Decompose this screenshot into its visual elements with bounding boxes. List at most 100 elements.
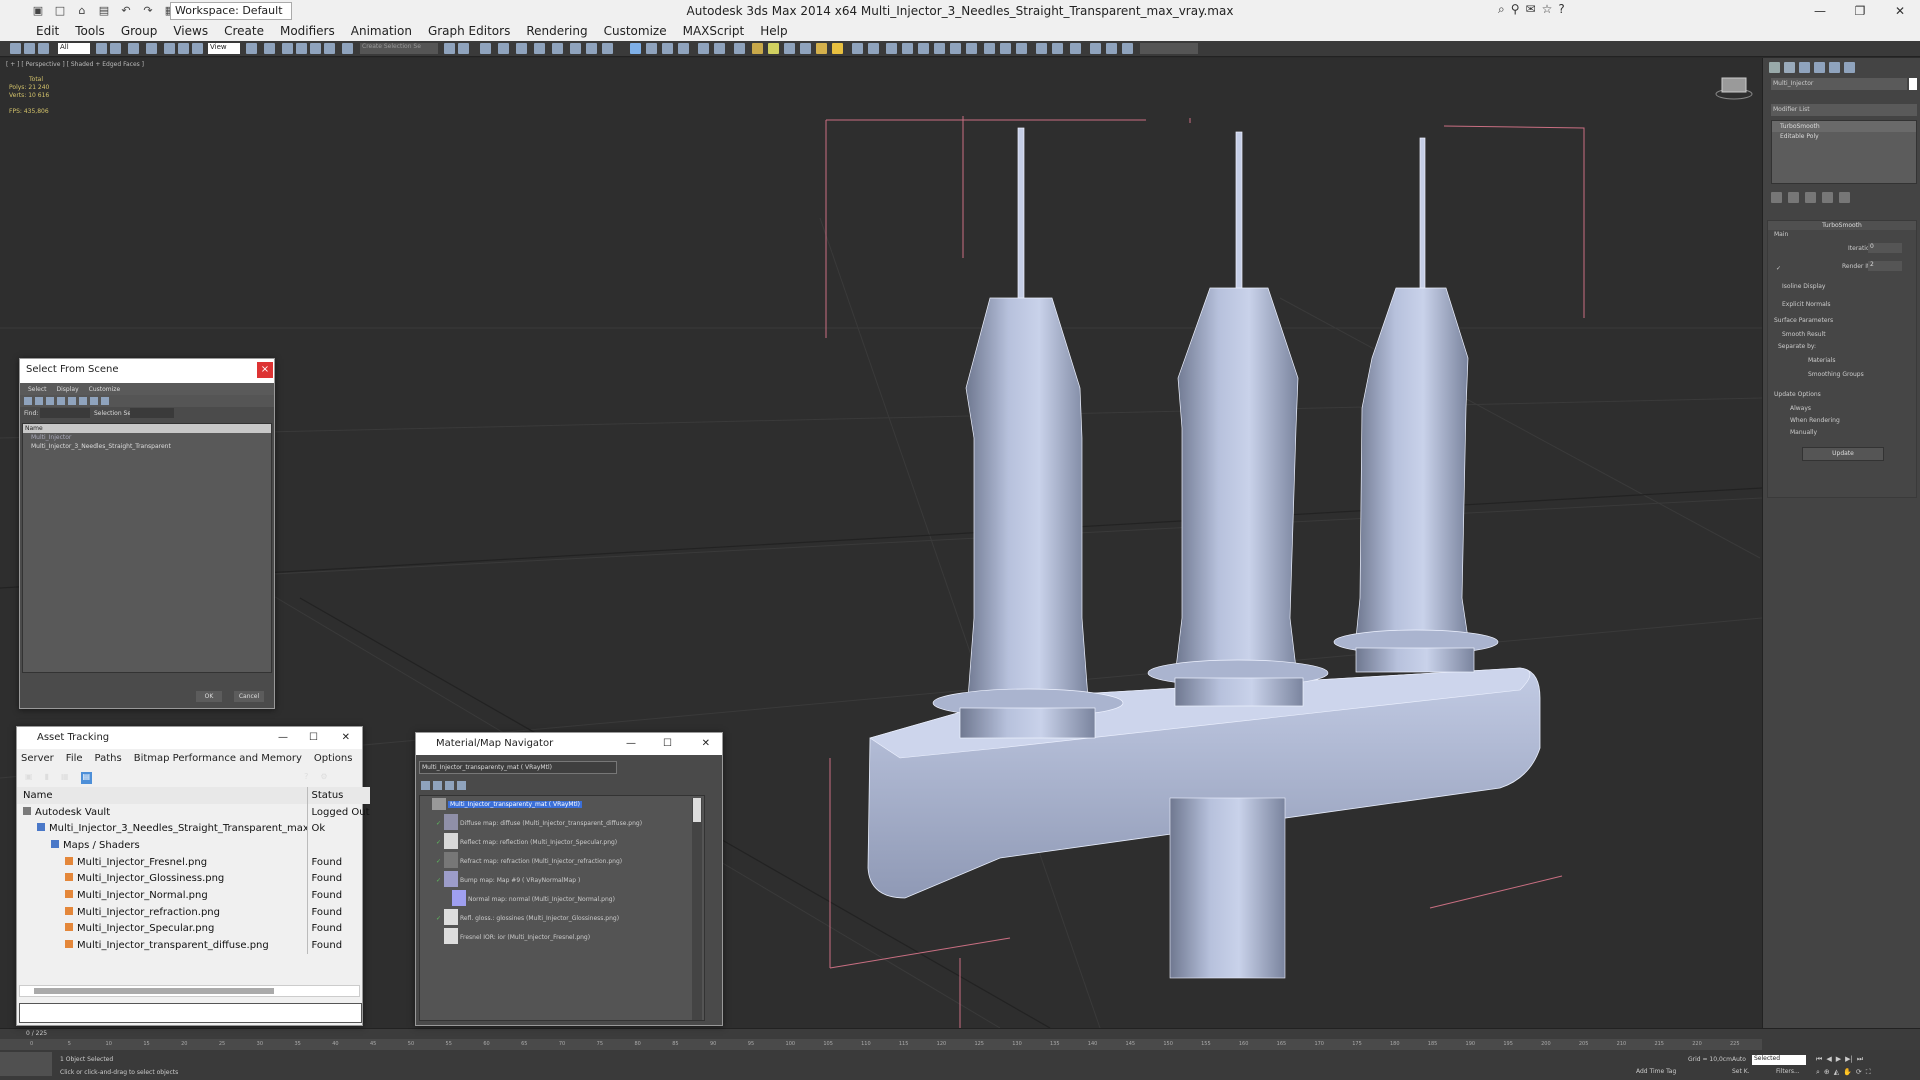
at-close-button[interactable]: ✕ (342, 727, 350, 749)
render-iters-spinner[interactable]: 2 (1868, 261, 1902, 271)
bone-icon[interactable] (886, 43, 897, 54)
go-to-end-icon[interactable]: ⏭ (1857, 1055, 1863, 1064)
mmn-minimize-button[interactable]: — (626, 733, 636, 755)
mirror-icon[interactable] (444, 43, 455, 54)
render-iters-checkbox[interactable]: ✓ (1776, 265, 1781, 272)
vray-sun-icon[interactable] (678, 43, 689, 54)
vray-light-lister-icon[interactable] (714, 43, 725, 54)
display-geometry-icon[interactable] (24, 397, 32, 405)
angle-snap-icon[interactable] (296, 43, 307, 54)
percent-snap-icon[interactable] (310, 43, 321, 54)
when-rendering-radio[interactable]: When Rendering (1790, 417, 1840, 424)
xref-icon[interactable] (1070, 43, 1081, 54)
bind-space-warp-icon[interactable] (38, 43, 49, 54)
search-icon[interactable]: ⌕ (1498, 2, 1505, 17)
frame-indicator[interactable]: 0 / 225 (26, 1030, 47, 1037)
sfs-name-column[interactable]: Name (23, 424, 271, 433)
fluid-icon[interactable] (966, 43, 977, 54)
key-filter-dropdown[interactable]: Selected (1752, 1055, 1806, 1065)
mmn-titlebar[interactable]: Material/Map Navigator — ☐ ✕ (416, 733, 722, 755)
at-menu-paths[interactable]: Paths (95, 751, 122, 767)
pan-icon[interactable]: ✋ (1843, 1068, 1852, 1077)
orbit-icon[interactable]: ⟳ (1856, 1068, 1862, 1077)
asset-row[interactable]: Multi_Injector_Normal.png Found (17, 887, 370, 904)
menu-help[interactable]: Help (752, 22, 795, 41)
display-tab-icon[interactable] (1829, 62, 1840, 73)
selection-filter-dropdown[interactable]: All (58, 43, 90, 54)
asset-tracking-titlebar[interactable]: Asset Tracking — ☐ ✕ (17, 727, 362, 749)
menu-views[interactable]: Views (165, 22, 216, 41)
at-menu-server[interactable]: Server (21, 751, 54, 767)
object-color-swatch[interactable] (1909, 78, 1917, 90)
mmn-map-item[interactable]: Refract map: refraction (Multi_Injector_… (460, 858, 622, 865)
render-production-icon[interactable] (602, 43, 613, 54)
align-icon[interactable] (458, 43, 469, 54)
layer-manager-icon[interactable] (480, 43, 491, 54)
graphite-ribbon-icon[interactable] (498, 43, 509, 54)
camera-icon[interactable] (1106, 43, 1117, 54)
utilities-tab-icon[interactable] (1844, 62, 1855, 73)
refresh-icon[interactable]: ▦ (61, 772, 69, 784)
favorites-star-icon[interactable]: ☆ (1542, 2, 1553, 17)
spinner-snap-icon[interactable] (324, 43, 335, 54)
at-menu-options[interactable]: Options (314, 751, 353, 767)
sfs-item[interactable]: Multi_Injector_3_Needles_Straight_Transp… (23, 442, 271, 451)
explicit-normals-checkbox[interactable]: Explicit Normals (1782, 301, 1831, 308)
at-maximize-button[interactable]: ☐ (309, 727, 318, 749)
track-bar[interactable]: 0 5 10 15 20 25 30 35 40 45 50 55 60 65 70 75 80 85 90 95 10… (0, 1039, 1762, 1050)
at-scrollbar-thumb[interactable] (34, 988, 274, 994)
hide-icon[interactable] (1122, 43, 1133, 54)
mmn-map-item[interactable]: Bump map: Map #9 ( VRayNormalMap ) (460, 877, 580, 884)
asset-row[interactable]: Multi_Injector_Glossiness.png Found (17, 870, 370, 888)
auto-key-button[interactable]: Auto (1732, 1056, 1746, 1063)
select-manipulate-icon[interactable] (264, 43, 275, 54)
mmn-scrollbar[interactable] (692, 798, 702, 1020)
settings-icon[interactable]: ⚙ (320, 772, 327, 784)
sun-icon[interactable] (832, 43, 843, 54)
time-slider[interactable]: 0 / 225 0 5 10 15 20 25 30 35 40 45 50 55 60 65 70 75 80… (0, 1028, 1920, 1050)
rendered-frame-window-icon[interactable] (586, 43, 597, 54)
maximize-viewport-icon[interactable]: ⛶ (1866, 1068, 1871, 1077)
display-cameras-icon[interactable] (57, 397, 65, 405)
omni-light-icon[interactable] (816, 43, 827, 54)
link-icon[interactable] (10, 43, 21, 54)
motion-tab-icon[interactable] (1814, 62, 1825, 73)
vray-toolbar-icon[interactable] (630, 43, 641, 54)
mmn-map-item[interactable]: Refl. gloss.: glossines (Multi_Injector_… (460, 915, 619, 922)
vray-shadow-icon[interactable] (734, 43, 745, 54)
extra-dropdown[interactable] (1140, 43, 1198, 54)
menu-modifiers[interactable]: Modifiers (272, 22, 343, 41)
scale-icon[interactable] (192, 43, 203, 54)
make-unique-icon[interactable] (1805, 192, 1816, 203)
menu-create[interactable]: Create (216, 22, 272, 41)
particle-icon[interactable] (852, 43, 863, 54)
configure-modifier-sets-icon[interactable] (1839, 192, 1850, 203)
at-minimize-button[interactable]: — (278, 727, 288, 749)
help-icon[interactable]: ? (1558, 2, 1564, 17)
find-input[interactable] (40, 408, 90, 418)
pin-stack-icon[interactable] (1771, 192, 1782, 203)
table-view-icon[interactable]: ▤ (80, 772, 93, 784)
view-large-icons-icon[interactable] (457, 781, 466, 790)
asset-row[interactable]: Multi_Injector_Specular.png Found (17, 920, 370, 938)
minimize-button[interactable]: — (1800, 0, 1840, 22)
at-menu-file[interactable]: File (66, 751, 83, 767)
iterations-spinner[interactable]: 0 (1868, 243, 1902, 253)
sphere-icon[interactable] (784, 43, 795, 54)
mmn-map-item[interactable]: Fresnel IOR: ior (Multi_Injector_Fresnel… (460, 934, 590, 941)
help-icon[interactable]: ? (304, 772, 308, 784)
asset-row[interactable]: Multi_Injector_refraction.png Found (17, 903, 370, 921)
vray-frame-buffer-icon[interactable] (646, 43, 657, 54)
asset-row[interactable]: Multi_Injector_transparent_diffuse.png Fo… (17, 937, 370, 954)
menu-graph-editors[interactable]: Graph Editors (420, 22, 518, 41)
rectangle-selection-icon[interactable] (128, 43, 139, 54)
create-tab-icon[interactable] (1769, 62, 1780, 73)
menu-maxscript[interactable]: MAXScript (675, 22, 753, 41)
snapshot-icon[interactable] (1036, 43, 1047, 54)
mmn-map-item[interactable]: Reflect map: reflection (Multi_Injector_… (460, 839, 617, 846)
select-by-name-icon[interactable] (110, 43, 121, 54)
view-small-icons-icon[interactable] (445, 781, 454, 790)
sfs-ok-button[interactable]: OK (196, 691, 222, 702)
select-from-scene-titlebar[interactable]: Select From Scene × (20, 359, 274, 383)
mmn-root-material[interactable]: Multi_Injector_transparenty_mat ( VRayMt… (448, 801, 582, 808)
